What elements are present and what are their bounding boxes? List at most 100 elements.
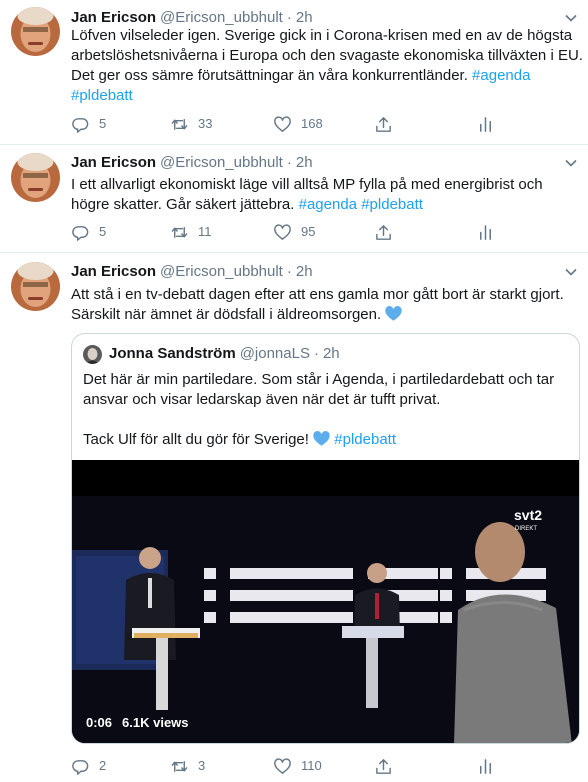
analytics-button[interactable] xyxy=(476,222,495,242)
chevron-down-icon[interactable] xyxy=(564,156,578,170)
chevron-down-icon[interactable] xyxy=(564,11,578,25)
analytics-button[interactable] xyxy=(476,114,495,134)
tweet-text-line: arbetslöshetsnivåerna i Europa och den s… xyxy=(71,47,583,64)
like-count: 95 xyxy=(301,224,316,239)
retweet-button[interactable]: 33 xyxy=(170,114,212,134)
blue-heart-emoji xyxy=(313,431,330,446)
reply-count: 5 xyxy=(99,116,107,131)
quoted-avatar[interactable] xyxy=(83,345,102,364)
quoted-author-handle[interactable]: @jonnaLS xyxy=(240,345,310,362)
like-button[interactable]: 168 xyxy=(273,114,323,134)
retweet-button[interactable]: 11 xyxy=(170,222,212,242)
analytics-icon xyxy=(479,116,492,132)
retweet-count: 3 xyxy=(198,758,206,773)
tweet-actions: 2 3 110 xyxy=(71,756,511,776)
svt-logo: svt2 xyxy=(514,507,542,523)
tweet-header: Jan Ericson @Ericson_ubbhult · 2h xyxy=(71,262,574,282)
tweet-text-line: Att stå i en tv-debatt dagen efter att e… xyxy=(71,286,564,303)
reply-count: 2 xyxy=(99,758,107,773)
quoted-tweet[interactable]: Jonna Sandström @jonnaLS · 2h Det här är mi… xyxy=(71,333,580,744)
author-handle[interactable]: @Ericson_ubbhult xyxy=(160,9,283,26)
retweet-button[interactable]: 3 xyxy=(170,756,205,776)
video-views: 6.1K views xyxy=(122,715,189,730)
tweet-3[interactable]: Jan Ericson @Ericson_ubbhult · 2h Att stå i… xyxy=(0,253,588,782)
separator: · xyxy=(286,9,292,26)
author-name[interactable]: Jan Ericson xyxy=(71,9,156,26)
like-count: 168 xyxy=(301,116,323,131)
quoted-author-name[interactable]: Jonna Sandström xyxy=(109,345,236,362)
video-player[interactable]: svt2 DIREKT 0:06 6.1K views xyxy=(72,460,579,743)
reply-button[interactable]: 5 xyxy=(71,114,106,134)
like-count: 110 xyxy=(301,758,322,773)
analytics-icon xyxy=(479,224,492,240)
share-icon xyxy=(376,116,391,132)
video-time: 0:06 xyxy=(86,715,113,730)
quoted-text-line: Det här är min partiledare. Som står i A… xyxy=(83,371,555,388)
share-button[interactable] xyxy=(374,222,393,242)
retweet-icon xyxy=(171,760,188,772)
blue-heart-emoji xyxy=(385,306,402,321)
reply-icon xyxy=(72,225,89,241)
heart-icon xyxy=(274,115,291,132)
author-handle[interactable]: @Ericson_ubbhult xyxy=(160,154,283,171)
tweet-text: I ett allvarligt ekonomiskt läge vill al… xyxy=(71,175,574,215)
share-button[interactable] xyxy=(374,756,393,776)
hashtag-agenda[interactable]: #agenda xyxy=(472,67,530,84)
tweet-2[interactable]: Jan Ericson @Ericson_ubbhult · 2h I ett all… xyxy=(0,145,588,253)
author-name[interactable]: Jan Ericson xyxy=(71,263,156,280)
hashtag-pldebatt[interactable]: #pldebatt xyxy=(71,87,133,104)
tweet-header: Jan Ericson @Ericson_ubbhult · 2h xyxy=(71,8,574,28)
retweet-count: 33 xyxy=(198,116,213,131)
chevron-down-icon[interactable] xyxy=(564,265,578,279)
tweet-text-line: högre skatter. Går säkert jättebra. xyxy=(71,196,295,213)
separator: · xyxy=(313,345,319,362)
retweet-icon xyxy=(171,226,188,238)
tweet-text: Löfven vilseleder igen. Sverige gick in … xyxy=(71,26,583,106)
quoted-text: Det här är min partiledare. Som står i A… xyxy=(83,370,554,450)
share-icon xyxy=(376,758,391,774)
tweet-actions: 5 33 168 xyxy=(71,114,511,134)
heart-icon xyxy=(274,757,291,774)
separator: · xyxy=(286,263,292,280)
separator: · xyxy=(286,154,292,171)
tweet-actions: 5 11 95 xyxy=(71,222,511,242)
hashtag-pldebatt[interactable]: #pldebatt xyxy=(334,431,396,448)
reply-icon xyxy=(72,759,89,775)
share-button[interactable] xyxy=(374,114,393,134)
analytics-icon xyxy=(479,758,492,774)
quoted-text-line: Tack Ulf för allt du gör för Sverige! xyxy=(83,431,309,448)
like-button[interactable]: 110 xyxy=(273,756,322,776)
share-icon xyxy=(376,224,391,240)
timestamp[interactable]: 2h xyxy=(296,9,313,26)
quoted-header: Jonna Sandström @jonnaLS · 2h xyxy=(109,344,340,364)
quoted-text-line: ansvar och visar ledarskap även när det … xyxy=(83,391,441,408)
reply-button[interactable]: 2 xyxy=(71,756,106,776)
avatar[interactable] xyxy=(11,153,60,202)
avatar[interactable] xyxy=(11,262,60,311)
author-name[interactable]: Jan Ericson xyxy=(71,154,156,171)
reply-count: 5 xyxy=(99,224,107,239)
retweet-count: 11 xyxy=(198,224,212,239)
svt-logo-sub: DIREKT xyxy=(515,526,537,532)
tweet-text-line: Särskilt när ämnet är dödsfall i äldreom… xyxy=(71,306,382,323)
avatar[interactable] xyxy=(11,7,60,56)
timestamp[interactable]: 2h xyxy=(296,154,313,171)
retweet-icon xyxy=(171,118,188,130)
analytics-button[interactable] xyxy=(476,756,495,776)
reply-icon xyxy=(72,117,89,133)
tweet-1[interactable]: Jan Ericson @Ericson_ubbhult · 2h Löfven vi… xyxy=(0,0,588,145)
hashtag-agenda[interactable]: #agenda xyxy=(299,196,357,213)
author-handle[interactable]: @Ericson_ubbhult xyxy=(160,263,283,280)
tweet-text-line: Det ger oss sämre förutsättningar än vår… xyxy=(71,67,468,84)
tweet-text: Att stå i en tv-debatt dagen efter att e… xyxy=(71,285,574,325)
hashtag-pldebatt[interactable]: #pldebatt xyxy=(361,196,423,213)
video-frame: svt2 DIREKT xyxy=(72,460,579,743)
heart-icon xyxy=(274,223,291,240)
quoted-timestamp: 2h xyxy=(322,345,340,362)
timestamp[interactable]: 2h xyxy=(296,263,313,280)
tweet-header: Jan Ericson @Ericson_ubbhult · 2h xyxy=(71,153,574,173)
tweet-text-line: Löfven vilseleder igen. Sverige gick in … xyxy=(71,27,573,44)
like-button[interactable]: 95 xyxy=(273,222,315,242)
tweet-text-line: I ett allvarligt ekonomiskt läge vill al… xyxy=(71,176,543,193)
reply-button[interactable]: 5 xyxy=(71,222,106,242)
